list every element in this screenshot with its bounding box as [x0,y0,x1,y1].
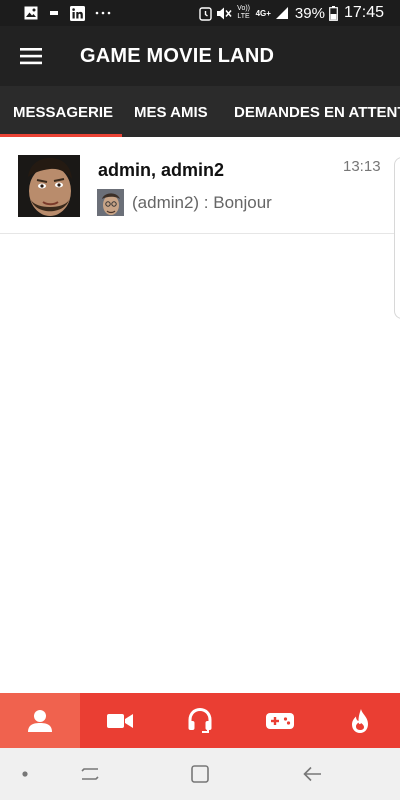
hamburger-menu-icon[interactable] [13,42,49,70]
nav-profile-button[interactable] [0,693,80,748]
person-icon [28,709,52,732]
conversation-row[interactable]: admin, admin2 13:13 (admin2) : Bonjour [0,137,400,234]
volte-label: Vo)) LTE [237,5,250,20]
conversation-time: 13:13 [343,158,381,175]
nav-video-button[interactable] [80,693,160,748]
menu-button[interactable] [13,42,49,70]
back-button[interactable] [298,762,326,786]
app-title: GAME MOVIE LAND [80,45,275,67]
home-icon [191,765,209,783]
system-status: Vo)) LTE 4G+ 39% 17:45 [198,4,384,22]
nav-audio-button[interactable] [160,693,240,748]
tab-mes-amis[interactable]: MES AMIS [134,86,208,137]
minus-icon [50,11,58,15]
drawer-handle[interactable] [394,157,400,319]
system-navigation-bar [0,748,400,800]
recents-button[interactable] [76,762,104,786]
app-bar: GAME MOVIE LAND [0,26,400,86]
battery-percent: 39% [294,4,325,22]
tab-bar: MESSAGERIE MES AMIS DEMANDES EN ATTENTE [0,86,400,137]
headset-icon [188,707,212,733]
recents-icon [81,768,99,780]
signal-icon [275,7,288,19]
sender-avatar [97,189,124,216]
notification-icons [24,5,111,21]
mute-icon [216,7,232,19]
last-message: (admin2) : Bonjour [132,193,272,212]
tab-demandes-en-attente[interactable]: DEMANDES EN ATTENTE [234,86,400,137]
avatar [18,155,80,217]
battery-icon [329,5,338,21]
nav-trending-button[interactable] [320,693,400,748]
dot-icon [22,771,28,777]
dot-button[interactable] [18,762,32,786]
nav-games-button[interactable] [240,693,320,748]
image-icon [24,6,38,20]
conversation-title: admin, admin2 [98,160,225,180]
tab-messagerie[interactable]: MESSAGERIE [13,86,113,137]
linkedin-icon [70,5,85,21]
gamepad-icon [266,712,294,729]
flame-icon [352,708,368,733]
alarm-icon [198,6,212,21]
more-dots-icon [95,11,111,15]
bottom-navigation [0,693,400,748]
clock: 17:45 [343,4,384,21]
video-camera-icon [107,713,133,728]
home-button[interactable] [186,762,214,786]
network-label: 4G+ [255,8,271,18]
back-icon [303,766,321,782]
status-bar: Vo)) LTE 4G+ 39% 17:45 [0,0,400,26]
